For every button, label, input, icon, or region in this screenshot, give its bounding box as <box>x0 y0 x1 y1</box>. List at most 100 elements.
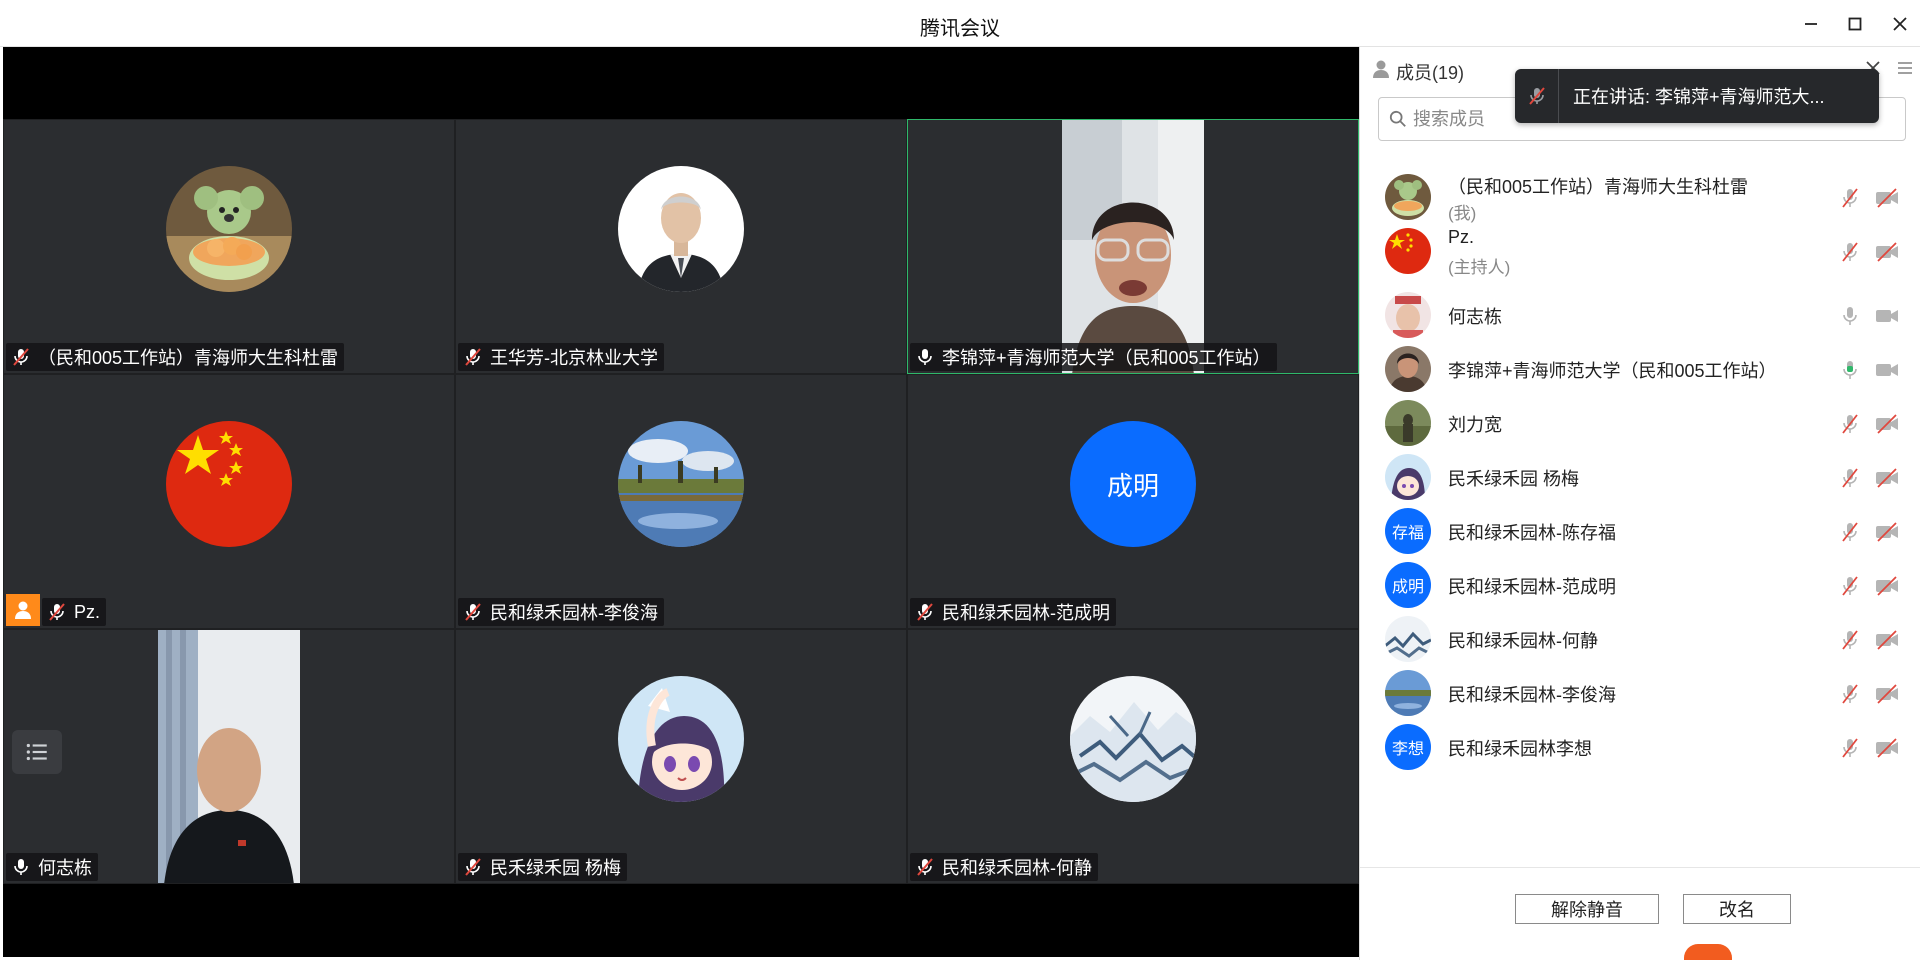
mic-muted-icon <box>10 346 32 368</box>
member-name: 民和绿禾园林-范成明 <box>1448 577 1616 597</box>
participant-name: 民和绿禾园林-何静 <box>942 858 1092 878</box>
text-avatar: 李想 <box>1385 724 1431 770</box>
child-photo-avatar <box>1385 292 1431 338</box>
participant-name: 民和绿禾园林-范成明 <box>942 603 1110 623</box>
window-title: 腾讯会议 <box>920 18 1000 40</box>
video-man <box>158 630 300 883</box>
close-window-button[interactable] <box>1885 10 1915 38</box>
mic-muted-icon[interactable] <box>1838 628 1862 652</box>
member-name: 民和绿禾园林李想 <box>1448 739 1592 759</box>
camera-off-icon[interactable] <box>1874 240 1900 264</box>
china-flag-avatar <box>166 421 292 547</box>
member-role: (主持人) <box>1448 258 1511 277</box>
members-panel: 成员(19) ··· （民和005工作站）青海师大生科杜雷 (我) Pz. (主… <box>1359 47 1920 960</box>
text-avatar: 成明 <box>1070 421 1196 547</box>
camera-off-icon[interactable] <box>1874 412 1900 436</box>
orange-decoration <box>1684 944 1732 960</box>
video-tile[interactable]: 民和绿禾园林-李俊海 <box>455 374 907 629</box>
video-tile[interactable]: 民禾绿禾园 杨梅 <box>455 629 907 884</box>
member-name: 何志栋 <box>1448 307 1502 327</box>
mic-muted-icon[interactable] <box>1838 574 1862 598</box>
mic-on-icon <box>10 856 32 878</box>
rename-button[interactable]: 改名 <box>1683 894 1791 924</box>
mic-muted-icon[interactable] <box>1838 682 1862 706</box>
video-tile[interactable]: Pz. <box>3 374 455 629</box>
video-tile[interactable]: 成明 民和绿禾园林-范成明 <box>907 374 1359 629</box>
video-tile[interactable]: 民和绿禾园林-何静 <box>907 629 1359 884</box>
participant-nametag: 王华芳-北京林业大学 <box>458 343 664 371</box>
camera-off-icon[interactable] <box>1874 466 1900 490</box>
member-name: 民和绿禾园林-何静 <box>1448 631 1598 651</box>
mic-muted-icon[interactable] <box>1838 736 1862 760</box>
host-badge <box>6 594 40 626</box>
participant-name: 民禾绿禾园 杨梅 <box>490 858 622 878</box>
video-tile-active-speaker[interactable]: 李锦萍+青海师范大学（民和005工作站） <box>907 119 1359 374</box>
member-name: 李锦萍+青海师范大学（民和005工作站） <box>1448 361 1777 381</box>
person-icon <box>1373 60 1389 78</box>
member-row[interactable]: Pz. (主持人) <box>1360 219 1920 285</box>
participant-name: 民和绿禾园林-李俊海 <box>490 603 658 623</box>
text-avatar: 成明 <box>1385 562 1431 608</box>
video-tile[interactable]: 王华芳-北京林业大学 <box>455 119 907 374</box>
camera-off-icon[interactable] <box>1874 186 1900 210</box>
china-flag-avatar <box>1385 228 1431 274</box>
lake-avatar <box>618 421 744 547</box>
koala-avatar <box>166 166 292 292</box>
lake-avatar <box>1385 670 1431 716</box>
camera-on-icon[interactable] <box>1874 358 1900 382</box>
snow-mountain-avatar <box>1070 676 1196 802</box>
members-panel-footer: 解除静音 改名 <box>1360 867 1920 960</box>
camera-on-icon[interactable] <box>1874 304 1900 328</box>
participant-nametag: 民禾绿禾园 杨梅 <box>458 853 628 881</box>
anime-girl-avatar <box>1385 454 1431 500</box>
participant-name: 王华芳-北京林业大学 <box>490 348 658 368</box>
member-name: 刘力宽 <box>1448 415 1502 435</box>
koala-avatar <box>1385 174 1431 220</box>
member-name: Pz. <box>1448 227 1475 247</box>
mic-on-icon <box>914 346 936 368</box>
speaking-text: 正在讲话: 李锦萍+青海师范大... <box>1573 87 1825 107</box>
camera-off-icon[interactable] <box>1874 736 1900 760</box>
mic-muted-icon[interactable] <box>1838 186 1862 210</box>
speaking-toast: 正在讲话: 李锦萍+青海师范大... <box>1515 69 1879 123</box>
mic-speaking-icon[interactable] <box>1838 358 1862 382</box>
participant-name: 李锦萍+青海师范大学（民和005工作站） <box>942 348 1271 368</box>
unmute-all-button[interactable]: 解除静音 <box>1515 894 1659 924</box>
minimize-icon <box>1805 23 1817 25</box>
video-grid: （民和005工作站）青海师大生科杜雷 王华芳-北京林业大学 李锦萍+青海师范大学… <box>3 119 1359 884</box>
camera-off-icon[interactable] <box>1874 574 1900 598</box>
mic-on-icon[interactable] <box>1838 304 1862 328</box>
minimize-button[interactable] <box>1796 10 1826 38</box>
participant-name: 何志栋 <box>38 858 92 878</box>
mic-muted-icon[interactable] <box>1838 520 1862 544</box>
search-icon <box>1389 110 1406 127</box>
list-icon <box>26 743 47 761</box>
menu-icon[interactable] <box>1894 57 1916 79</box>
member-name: （民和005工作站）青海师大生科杜雷 <box>1448 177 1749 197</box>
field-photo-avatar <box>1385 400 1431 446</box>
member-name: 民和绿禾园林-李俊海 <box>1448 685 1616 705</box>
mic-muted-icon[interactable] <box>1838 240 1862 264</box>
participant-name: Pz. <box>74 601 101 622</box>
man-portrait-avatar <box>618 166 744 292</box>
mic-muted-icon <box>914 856 936 878</box>
camera-off-icon[interactable] <box>1874 628 1900 652</box>
mic-muted-icon <box>46 601 68 623</box>
mic-muted-icon <box>914 601 936 623</box>
mic-muted-icon <box>462 856 484 878</box>
participant-nametag: Pz. <box>42 598 107 626</box>
camera-off-icon[interactable] <box>1874 682 1900 706</box>
mic-muted-icon[interactable] <box>1838 466 1862 490</box>
participant-nametag: 何志栋 <box>6 853 98 881</box>
member-row[interactable]: 李想 民和绿禾园林李想 <box>1360 715 1920 781</box>
mic-muted-icon[interactable] <box>1838 412 1862 436</box>
maximize-button[interactable] <box>1840 10 1870 38</box>
anime-girl-avatar <box>618 676 744 802</box>
host-person-icon <box>15 601 31 619</box>
camera-off-icon[interactable] <box>1874 520 1900 544</box>
snow-mountain-avatar <box>1385 616 1431 662</box>
mic-muted-icon <box>462 601 484 623</box>
video-tile[interactable]: 何志栋 <box>3 629 455 884</box>
video-tile[interactable]: （民和005工作站）青海师大生科杜雷 <box>3 119 455 374</box>
layout-list-toggle[interactable] <box>12 730 62 774</box>
